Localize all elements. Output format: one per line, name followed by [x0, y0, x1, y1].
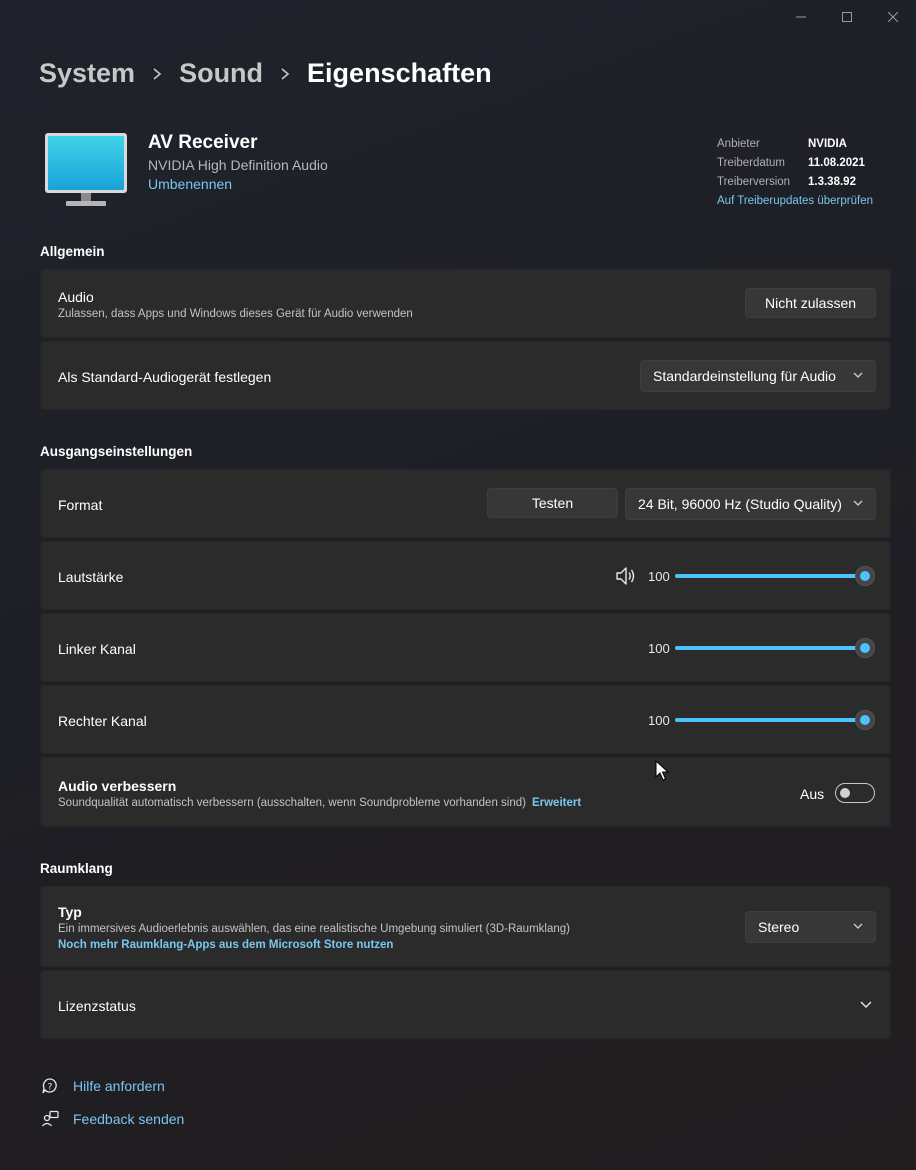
format-dropdown[interactable]: 24 Bit, 96000 Hz (Studio Quality) [625, 488, 876, 520]
section-general-title: Allgemein [40, 244, 105, 259]
close-button[interactable] [870, 6, 916, 28]
chevron-down-icon[interactable] [859, 999, 873, 1011]
left-channel-card: Linker Kanal 100 [40, 613, 891, 682]
rename-link[interactable]: Umbenennen [148, 176, 232, 192]
left-channel-slider[interactable] [675, 638, 875, 658]
device-name: AV Receiver [148, 132, 258, 153]
store-spatial-apps-link[interactable]: Noch mehr Raumklang-Apps aus dem Microso… [58, 939, 393, 951]
advanced-link[interactable]: Erweitert [532, 797, 581, 809]
enhance-audio-toggle[interactable] [835, 783, 875, 803]
speaker-icon[interactable] [615, 566, 637, 586]
mouse-cursor-icon [655, 760, 669, 781]
driver-update-link[interactable]: Auf Treiberupdates überprüfen [717, 191, 873, 210]
driver-date-value: 11.08.2021 [808, 156, 865, 169]
volume-slider[interactable] [675, 566, 875, 586]
driver-info: Anbieter NVIDIA Treiberdatum 11.08.2021 Tr… [717, 134, 873, 210]
chevron-right-icon [280, 67, 290, 81]
driver-version-label: Treiberversion [717, 175, 791, 188]
driver-date-label: Treiberdatum [717, 156, 785, 169]
enhance-audio-title: Audio verbessern [58, 778, 177, 794]
disallow-button[interactable]: Nicht zulassen [745, 288, 876, 318]
section-output-title: Ausgangseinstellungen [40, 444, 193, 459]
right-channel-slider-thumb[interactable] [855, 710, 875, 730]
audio-subtitle: Zulassen, dass Apps und Windows dieses G… [58, 308, 413, 320]
enhance-audio-state: Aus [800, 786, 825, 802]
provider-label: Anbieter [717, 137, 760, 150]
feedback-icon [40, 1110, 60, 1128]
maximize-button[interactable] [824, 6, 870, 28]
close-icon [888, 12, 898, 22]
left-channel-slider-thumb[interactable] [855, 638, 875, 658]
driver-version-value: 1.3.38.92 [808, 175, 856, 188]
format-title: Format [58, 497, 103, 513]
spatial-type-subtitle: Ein immersives Audioerlebnis auswählen, … [58, 923, 570, 935]
left-channel-value: 100 [648, 641, 670, 656]
license-status-title: Lizenzstatus [58, 998, 136, 1014]
svg-text:?: ? [48, 1083, 53, 1093]
help-icon: ? [40, 1077, 60, 1095]
chevron-down-icon [853, 372, 863, 378]
breadcrumb-system[interactable]: System [39, 58, 135, 89]
spatial-type-value: Stereo [758, 919, 800, 935]
feedback-label: Feedback senden [73, 1111, 185, 1127]
right-channel-slider-track [675, 718, 865, 722]
left-channel-title: Linker Kanal [58, 641, 136, 657]
minimize-icon [796, 16, 806, 18]
maximize-icon [842, 12, 852, 22]
default-device-value: Standardeinstellung für Audio [653, 368, 836, 384]
license-status-card[interactable]: Lizenzstatus [40, 970, 891, 1039]
default-device-card: Als Standard-Audiogerät festlegen Standa… [40, 341, 891, 410]
device-description: NVIDIA High Definition Audio [148, 157, 328, 173]
enhance-audio-subtitle: Soundqualität automatisch verbessern (au… [58, 797, 581, 809]
breadcrumb: System Sound Eigenschaften [39, 58, 492, 89]
audio-title: Audio [58, 289, 94, 305]
default-device-dropdown[interactable]: Standardeinstellung für Audio [640, 360, 876, 392]
volume-slider-track [675, 574, 865, 578]
page-title: Eigenschaften [307, 58, 492, 88]
section-spatial-title: Raumklang [40, 861, 113, 876]
enhance-audio-card: Audio verbessern Soundqualität automatis… [40, 757, 891, 827]
spatial-type-dropdown[interactable]: Stereo [745, 911, 876, 943]
right-channel-slider[interactable] [675, 710, 875, 730]
right-channel-title: Rechter Kanal [58, 713, 147, 729]
test-button[interactable]: Testen [487, 488, 618, 518]
help-link[interactable]: ? Hilfe anfordern [40, 1077, 165, 1095]
left-channel-slider-track [675, 646, 865, 650]
volume-card: Lautstärke 100 [40, 541, 891, 610]
window-controls [778, 6, 916, 28]
chevron-down-icon [853, 500, 863, 506]
toggle-knob [840, 788, 850, 798]
default-device-title: Als Standard-Audiogerät festlegen [58, 369, 272, 385]
breadcrumb-sound[interactable]: Sound [179, 58, 263, 89]
right-channel-value: 100 [648, 713, 670, 728]
chevron-down-icon [853, 923, 863, 929]
audio-card: Audio Zulassen, dass Apps und Windows di… [40, 269, 891, 338]
help-label: Hilfe anfordern [73, 1078, 165, 1094]
volume-slider-thumb[interactable] [855, 566, 875, 586]
volume-title: Lautstärke [58, 569, 124, 585]
provider-value: NVIDIA [808, 137, 847, 150]
spatial-type-title: Typ [58, 904, 82, 920]
monitor-icon [45, 133, 127, 206]
spatial-type-card: Typ Ein immersives Audioerlebnis auswähl… [40, 886, 891, 967]
format-card: Format Testen 24 Bit, 96000 Hz (Studio Q… [40, 469, 891, 538]
chevron-right-icon [152, 67, 162, 81]
minimize-button[interactable] [778, 6, 824, 28]
volume-value: 100 [648, 569, 670, 584]
right-channel-card: Rechter Kanal 100 [40, 685, 891, 754]
feedback-link[interactable]: Feedback senden [40, 1110, 184, 1128]
enhance-audio-description: Soundqualität automatisch verbessern (au… [58, 797, 526, 809]
format-value: 24 Bit, 96000 Hz (Studio Quality) [638, 496, 842, 512]
